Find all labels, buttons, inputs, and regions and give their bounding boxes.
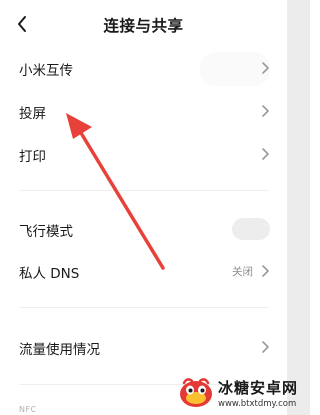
row-label: 小米互传	[19, 63, 73, 79]
watermark: 冰糖安卓网 www.btxtdmy.com	[178, 374, 310, 415]
row-mi-share[interactable]: 小米互传	[0, 48, 287, 88]
section-divider	[19, 307, 269, 308]
row-cast[interactable]: 投屏	[0, 91, 287, 131]
row-value: 关闭	[232, 266, 253, 278]
airplane-mode-toggle[interactable]	[232, 218, 270, 240]
row-private-dns[interactable]: 私人 DNS 关闭	[0, 251, 287, 291]
page-title: 连接与共享	[103, 17, 184, 35]
chevron-right-icon	[262, 341, 269, 353]
header: 连接与共享	[0, 0, 287, 48]
section-divider	[19, 190, 269, 191]
watermark-logo-icon	[180, 378, 212, 407]
chevron-right-icon	[262, 265, 269, 277]
settings-screen: 连接与共享 小米互传 投屏 打印 飞行模式 私人 DNS 关闭 流量使用情况 N…	[0, 0, 287, 415]
watermark-title: 冰糖安卓网	[218, 379, 299, 397]
side-strip	[287, 0, 310, 415]
row-label: 流量使用情况	[19, 342, 100, 358]
row-data-usage[interactable]: 流量使用情况	[0, 327, 287, 367]
row-airplane-mode: 飞行模式	[0, 209, 287, 249]
row-label: 飞行模式	[19, 224, 73, 240]
nfc-section-header: NFC	[19, 405, 37, 414]
chevron-right-icon	[262, 105, 269, 117]
watermark-url: www.btxtdmy.com	[218, 399, 297, 409]
row-label: 私人 DNS	[19, 266, 80, 282]
chevron-right-icon	[262, 62, 269, 74]
row-label: 打印	[19, 149, 46, 165]
row-print[interactable]: 打印	[0, 134, 287, 174]
row-label: 投屏	[19, 106, 46, 122]
chevron-right-icon	[262, 148, 269, 160]
